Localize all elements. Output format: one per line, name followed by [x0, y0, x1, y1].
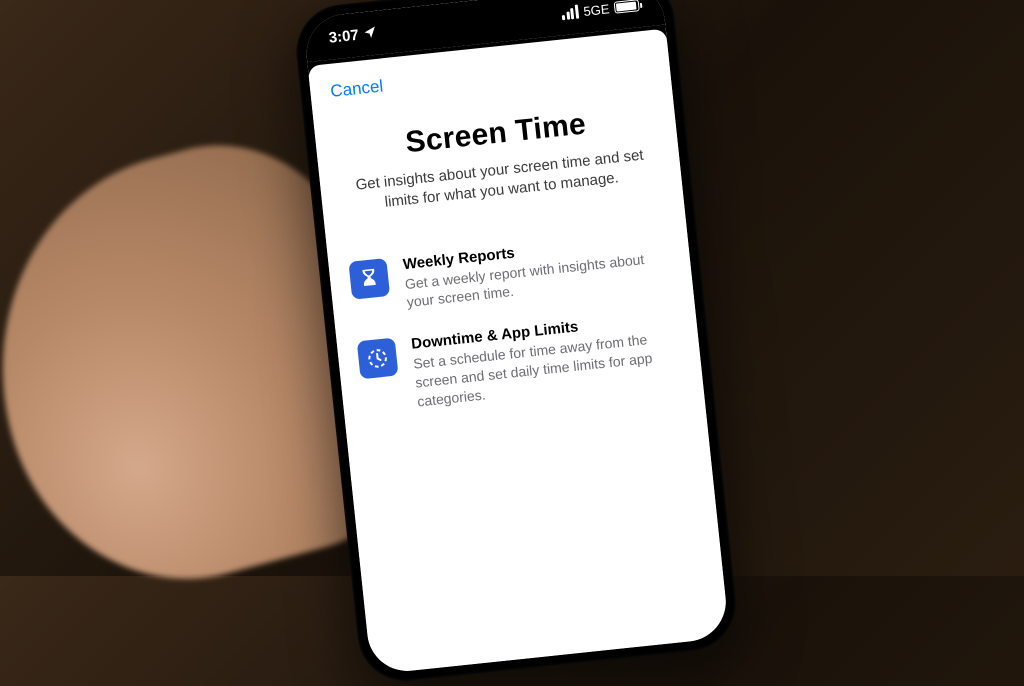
network-label: 5GE [583, 1, 610, 19]
feature-weekly-reports: Weekly Reports Get a weekly report with … [348, 228, 672, 318]
screen-time-modal: Cancel Screen Time Get insights about yo… [308, 29, 730, 675]
clock-icon [357, 338, 399, 380]
hourglass-icon [348, 257, 390, 299]
cancel-button[interactable]: Cancel [329, 72, 385, 105]
phone-screen: 3:07 5GE Cancel Sc [303, 0, 730, 675]
status-time: 3:07 [328, 26, 360, 46]
feature-list: Weekly Reports Get a weekly report with … [348, 228, 683, 417]
location-services-icon [363, 24, 378, 42]
phone-wrapper: 3:07 5GE Cancel Sc [292, 0, 741, 686]
phone-frame: 3:07 5GE Cancel Sc [292, 0, 741, 686]
status-left: 3:07 [328, 24, 378, 46]
feature-downtime: Downtime & App Limits Set a schedule for… [357, 308, 683, 417]
status-right: 5GE [561, 0, 640, 21]
signal-icon [561, 5, 579, 21]
battery-icon [614, 0, 640, 14]
feature-text: Weekly Reports Get a weekly report with … [402, 228, 672, 312]
feature-text: Downtime & App Limits Set a schedule for… [410, 308, 682, 411]
